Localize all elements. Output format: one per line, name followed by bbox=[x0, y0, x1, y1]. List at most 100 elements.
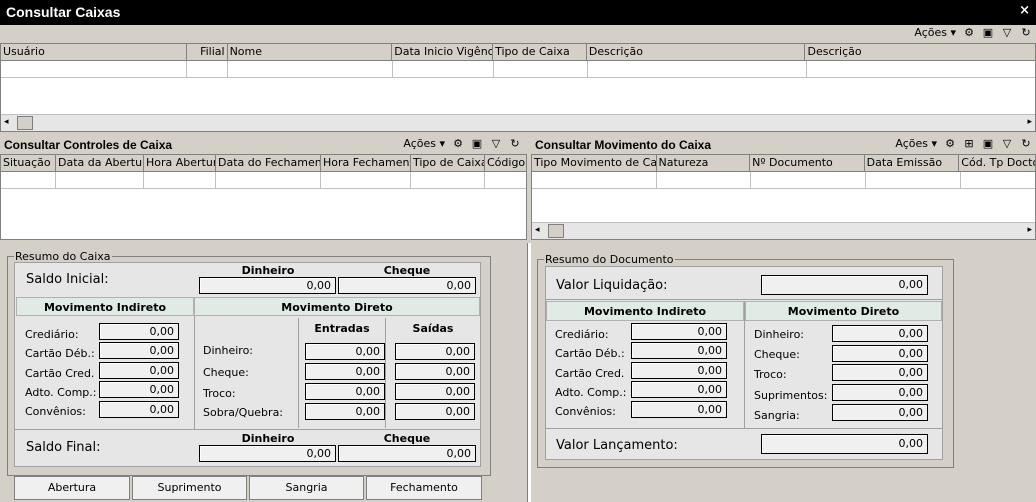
entradas-header: Entradas bbox=[314, 322, 370, 335]
col-data-emissao[interactable]: Data Emissão bbox=[865, 155, 960, 171]
mov-indireto-header: Movimento Indireto bbox=[43, 301, 167, 314]
scroll-thumb[interactable] bbox=[17, 116, 33, 130]
divider bbox=[194, 316, 195, 429]
config-icon[interactable]: ⚙ bbox=[944, 138, 956, 150]
divider bbox=[744, 301, 745, 428]
filter-icon[interactable]: ▽ bbox=[490, 138, 502, 150]
movimento-grid[interactable]: Tipo Movimento de Caixa Natureza Nº Docu… bbox=[531, 154, 1036, 240]
cartao-cred-field: 0,00 bbox=[99, 362, 179, 379]
cartao-cred-label: Cartão Cred. bbox=[25, 367, 95, 380]
col-cod-tp-docto[interactable]: Cód. Tp Docto bbox=[959, 155, 1035, 171]
refresh-icon[interactable]: ↻ bbox=[509, 138, 521, 150]
movimento-hscrollbar[interactable]: ◂ ▸ bbox=[532, 222, 1035, 239]
cheque-header-final: Cheque bbox=[383, 432, 431, 445]
refresh-icon[interactable]: ↻ bbox=[1020, 138, 1032, 150]
scroll-left-icon[interactable]: ◂ bbox=[4, 117, 9, 127]
doc-cartao-deb-label: Cartão Déb.: bbox=[555, 347, 625, 360]
col-num-documento[interactable]: Nº Documento bbox=[750, 155, 865, 171]
dinheiro-label: Dinheiro: bbox=[203, 344, 254, 357]
restore-icon[interactable]: ▣ bbox=[471, 138, 483, 150]
doc-cheque-label: Cheque: bbox=[754, 348, 800, 361]
doc-crediario-label: Crediário: bbox=[555, 328, 609, 341]
restore-icon[interactable]: ▣ bbox=[982, 138, 994, 150]
close-icon[interactable]: × bbox=[1019, 3, 1030, 18]
doc-sangria-label: Sangria: bbox=[754, 409, 800, 422]
filter-icon[interactable]: ▽ bbox=[1001, 138, 1013, 150]
adto-comp-field: 0,00 bbox=[99, 381, 179, 398]
acoes-menu[interactable]: Ações ▾ bbox=[895, 138, 937, 150]
suprimento-button[interactable]: Suprimento bbox=[132, 476, 247, 500]
col-filial[interactable]: Filial bbox=[187, 44, 228, 60]
movimento-grid-header: Tipo Movimento de Caixa Natureza Nº Docu… bbox=[532, 155, 1035, 172]
doc-troco-label: Troco: bbox=[754, 368, 787, 381]
table-row[interactable] bbox=[1, 172, 526, 189]
scroll-right-icon[interactable]: ▸ bbox=[1027, 117, 1032, 127]
refresh-icon[interactable]: ↻ bbox=[1020, 27, 1032, 39]
convenios-field: 0,00 bbox=[99, 401, 179, 418]
config-icon[interactable]: ⚙ bbox=[452, 138, 464, 150]
doc-cartao-deb-field: 0,00 bbox=[631, 342, 727, 359]
saidas-header: Saídas bbox=[412, 322, 454, 335]
sangria-button[interactable]: Sangria bbox=[249, 476, 364, 500]
sobra-quebra-label: Sobra/Quebra: bbox=[203, 406, 284, 419]
col-tipo-movimento[interactable]: Tipo Movimento de Caixa bbox=[532, 155, 657, 171]
doc-cartao-cred-field: 0,00 bbox=[631, 362, 727, 379]
doc-dinheiro-label: Dinheiro: bbox=[754, 328, 805, 341]
scroll-left-icon[interactable]: ◂ bbox=[535, 225, 540, 235]
filter-icon[interactable]: ▽ bbox=[1001, 27, 1013, 39]
add-row-icon[interactable]: ⊞ bbox=[963, 138, 975, 150]
doc-crediario-field: 0,00 bbox=[631, 323, 727, 340]
table-row[interactable] bbox=[1, 61, 1035, 78]
doc-convenios-field: 0,00 bbox=[631, 401, 727, 418]
acoes-menu[interactable]: Ações ▾ bbox=[403, 138, 445, 150]
entradas-cheque-field: 0,00 bbox=[305, 363, 385, 380]
valor-lancamento-label: Valor Lançamento: bbox=[556, 438, 678, 453]
col-situacao[interactable]: Situação bbox=[1, 155, 56, 171]
scroll-right-icon[interactable]: ▸ bbox=[1027, 225, 1032, 235]
doc-mov-indireto-header: Movimento Indireto bbox=[583, 305, 707, 318]
col-hora-fechamento[interactable]: Hora Fechamento bbox=[321, 155, 411, 171]
convenios-label: Convênios: bbox=[25, 405, 86, 418]
saldo-final-label: Saldo Final: bbox=[26, 440, 101, 455]
col-tipo-caixa[interactable]: Tipo de Caixa bbox=[493, 44, 587, 60]
col-hora-abertura[interactable]: Hora Abertura bbox=[144, 155, 216, 171]
cartao-deb-label: Cartão Déb.: bbox=[25, 347, 95, 360]
saldo-inicial-label: Saldo Inicial: bbox=[26, 272, 109, 287]
troco-label: Troco: bbox=[203, 387, 236, 400]
cheque-label: Cheque: bbox=[203, 366, 249, 379]
col-descricao[interactable]: Descrição bbox=[587, 44, 806, 60]
col-codigo[interactable]: Código bbox=[485, 155, 526, 171]
config-icon[interactable]: ⚙ bbox=[963, 27, 975, 39]
valor-lancamento-field: 0,00 bbox=[761, 434, 928, 454]
controles-grid[interactable]: Situação Data da Abertura Hora Abertura … bbox=[0, 154, 527, 240]
movimento-title: Consultar Movimento do Caixa bbox=[535, 138, 712, 152]
acoes-label: Ações bbox=[895, 137, 928, 150]
table-row[interactable] bbox=[532, 172, 1035, 189]
col-natureza[interactable]: Natureza bbox=[657, 155, 751, 171]
saldo-final-dinheiro-field: 0,00 bbox=[199, 445, 336, 462]
saldo-final-cheque-field: 0,00 bbox=[338, 445, 476, 462]
caixas-hscrollbar[interactable]: ◂ ▸ bbox=[1, 114, 1035, 131]
saidas-cheque-field: 0,00 bbox=[395, 363, 475, 380]
col-data-fechamento[interactable]: Data do Fechamento bbox=[216, 155, 321, 171]
fechamento-button[interactable]: Fechamento bbox=[366, 476, 482, 500]
caixas-grid-header: Usuário Filial Nome Data Inicio Vigência… bbox=[1, 44, 1035, 61]
restore-icon[interactable]: ▣ bbox=[982, 27, 994, 39]
doc-suprimentos-label: Suprimentos: bbox=[754, 389, 828, 402]
col-descricao-2[interactable]: Descrição bbox=[805, 44, 1035, 60]
caixas-grid[interactable]: Usuário Filial Nome Data Inicio Vigência… bbox=[0, 43, 1036, 132]
window-title: Consultar Caixas bbox=[6, 4, 121, 20]
scroll-thumb[interactable] bbox=[548, 224, 564, 238]
col-nome[interactable]: Nome bbox=[228, 44, 393, 60]
col-tipo-caixa[interactable]: Tipo de Caixa bbox=[411, 155, 485, 171]
adto-comp-label: Adto. Comp.: bbox=[25, 386, 97, 399]
acoes-menu[interactable]: Ações ▾ bbox=[914, 27, 956, 39]
col-data-abertura[interactable]: Data da Abertura bbox=[56, 155, 144, 171]
abertura-button[interactable]: Abertura bbox=[14, 476, 130, 500]
saldo-inicial-dinheiro-field: 0,00 bbox=[199, 277, 336, 294]
caixas-toolbar: Ações ▾ ⚙ ▣ ▽ ↻ bbox=[0, 25, 1036, 43]
col-usuario[interactable]: Usuário bbox=[1, 44, 187, 60]
col-data-inicio[interactable]: Data Inicio Vigência bbox=[392, 44, 494, 60]
dinheiro-header: Dinheiro bbox=[241, 264, 295, 277]
movimento-panel: Consultar Movimento do Caixa Ações ▾ ⚙ ⊞… bbox=[531, 136, 1036, 240]
